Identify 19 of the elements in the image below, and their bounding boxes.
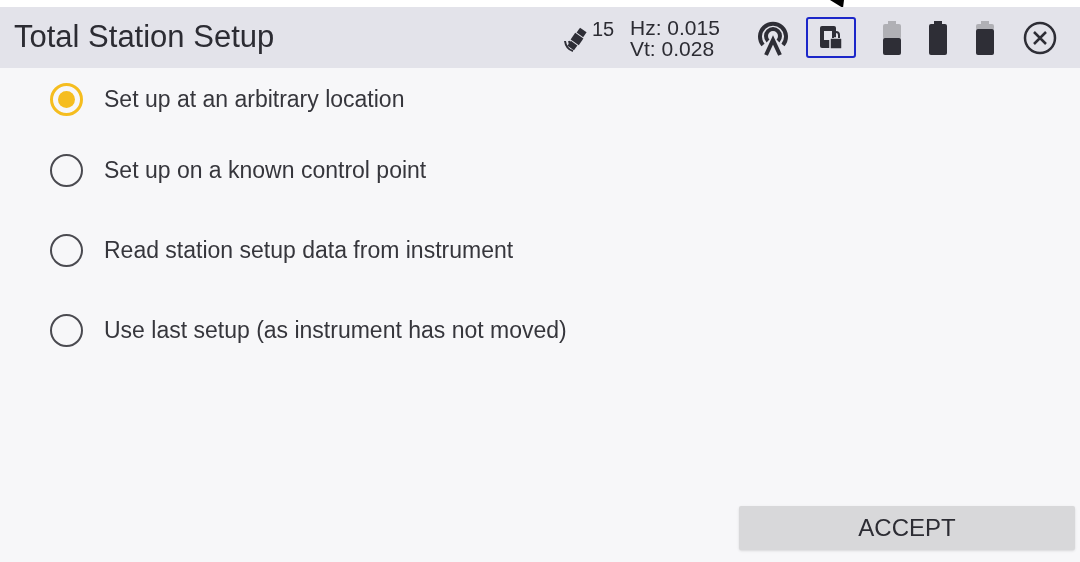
device-lock-icon [818,23,844,52]
option-label: Read station setup data from instrument [104,235,514,265]
instrument-lock-button[interactable] [806,17,856,58]
satellite-count: 15 [592,17,616,42]
radio-button[interactable] [50,153,83,187]
battery-icon [975,20,995,55]
window-title: Total Station Setup [14,18,276,57]
option-label: Use last setup (as instrument has not moved) [104,315,567,345]
pointer-icon [830,0,844,8]
vt-reading: Vt: 0.028 [630,37,716,59]
battery-icon [928,20,948,55]
close-icon[interactable] [1023,20,1057,55]
hz-reading: Hz: 0.015 [630,16,721,38]
accept-button[interactable]: ACCEPT [739,506,1075,550]
option-label: Set up on a known control point [104,155,427,185]
option-label: Set up at an arbitrary location [104,84,405,114]
radio-button[interactable] [50,313,83,347]
battery-icon [882,20,902,55]
radio-button[interactable] [50,233,83,267]
